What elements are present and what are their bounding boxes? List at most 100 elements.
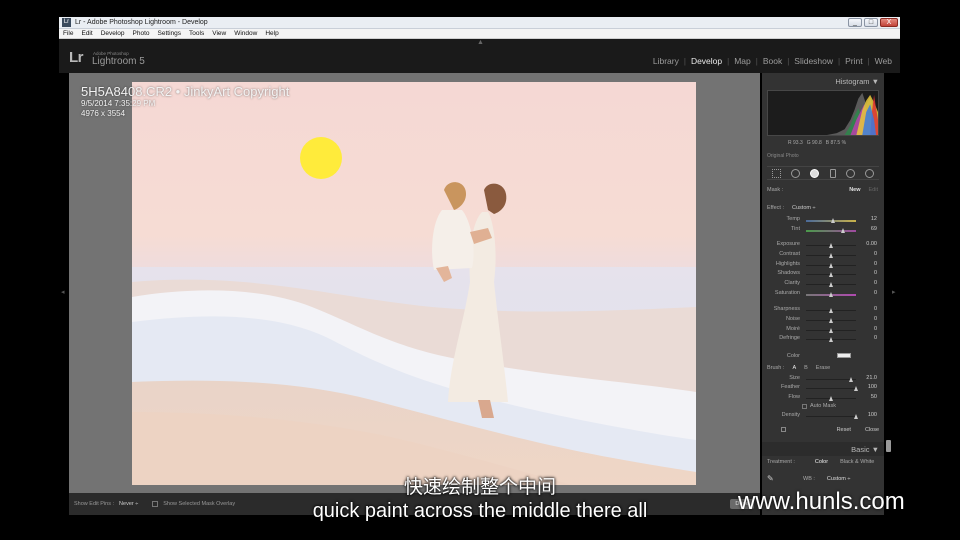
right-panel-scrollbar[interactable]: [886, 440, 891, 452]
slider-flow-track[interactable]: [806, 395, 856, 401]
menu-edit[interactable]: Edit: [81, 30, 92, 37]
slider-feather[interactable]: Feather 100: [767, 384, 877, 393]
reset-button[interactable]: Reset: [837, 427, 851, 433]
slider-saturation-track[interactable]: [806, 292, 856, 297]
menu-help[interactable]: Help: [265, 30, 278, 37]
slider-density-value[interactable]: 100: [861, 412, 877, 418]
slider-shadows-track[interactable]: [806, 272, 856, 278]
mask-edit-button[interactable]: Edit: [869, 187, 878, 193]
slider-tint-thumb[interactable]: [841, 228, 845, 233]
slider-temp-value[interactable]: 12: [861, 216, 877, 222]
slider-defringe[interactable]: Defringe 0: [767, 335, 877, 344]
slider-clarity-value[interactable]: 0: [861, 280, 877, 286]
module-library[interactable]: Library: [653, 56, 679, 66]
slider-highlights[interactable]: Highlights 0: [767, 261, 877, 270]
slider-density[interactable]: Density 100: [767, 412, 877, 421]
slider-temp-thumb[interactable]: [831, 218, 835, 223]
red-eye-icon[interactable]: [810, 168, 820, 178]
menu-tools[interactable]: Tools: [189, 30, 204, 37]
slider-saturation-thumb[interactable]: [828, 292, 833, 297]
slider-density-track[interactable]: [806, 414, 858, 419]
maximize-button[interactable]: □: [864, 18, 878, 27]
brush-erase-button[interactable]: Erase: [816, 365, 830, 371]
slider-clarity-thumb[interactable]: [828, 282, 833, 288]
slider-moir-track[interactable]: [806, 327, 856, 333]
slider-moir[interactable]: Moiré 0: [767, 326, 877, 335]
module-develop[interactable]: Develop: [691, 56, 722, 66]
slider-saturation[interactable]: Saturation 0: [767, 290, 877, 299]
image-workspace[interactable]: 5H5A8408.CR2 • JinkyArt Copyright 9/5/20…: [69, 73, 760, 493]
module-book[interactable]: Book: [763, 56, 782, 66]
slider-tint[interactable]: Tint 69: [767, 226, 877, 235]
slider-moir-thumb[interactable]: [828, 327, 833, 333]
slider-size-value[interactable]: 21.0: [861, 375, 877, 381]
adjustment-brush-icon[interactable]: [864, 168, 874, 178]
slider-contrast[interactable]: Contrast 0: [767, 251, 877, 260]
collapse-top-panel-arrow-icon[interactable]: ▲: [477, 39, 484, 46]
slider-noise-value[interactable]: 0: [861, 316, 877, 322]
menu-settings[interactable]: Settings: [158, 30, 182, 37]
slider-highlights-track[interactable]: [806, 262, 856, 268]
menu-develop[interactable]: Develop: [101, 30, 125, 37]
slider-exposure-track[interactable]: [806, 243, 856, 248]
slider-density-thumb[interactable]: [853, 414, 858, 419]
slider-contrast-track[interactable]: [806, 252, 856, 258]
mask-new-button[interactable]: New: [849, 187, 860, 193]
slider-clarity-track[interactable]: [806, 282, 856, 288]
slider-sharpness[interactable]: Sharpness 0: [767, 306, 877, 315]
treatment-color-button[interactable]: Color: [815, 459, 828, 465]
slider-shadows-value[interactable]: 0: [861, 270, 877, 276]
slider-tint-value[interactable]: 69: [861, 226, 877, 232]
auto-mask-row[interactable]: Auto Mask: [802, 403, 836, 409]
slider-clarity[interactable]: Clarity 0: [767, 280, 877, 289]
slider-size-track[interactable]: [806, 377, 856, 382]
slider-saturation-value[interactable]: 0: [861, 290, 877, 296]
slider-shadows[interactable]: Shadows 0: [767, 270, 877, 279]
slider-temp-track[interactable]: [806, 218, 856, 223]
slider-feather-value[interactable]: 100: [861, 384, 877, 390]
slider-sharpness-track[interactable]: [806, 308, 856, 313]
radial-filter-icon[interactable]: [845, 168, 855, 178]
slider-exposure[interactable]: Exposure 0.00: [767, 241, 877, 250]
module-print[interactable]: Print: [845, 56, 862, 66]
slider-size[interactable]: Size 21.0: [767, 375, 877, 384]
photo-preview[interactable]: [132, 82, 696, 485]
slider-defringe-value[interactable]: 0: [861, 335, 877, 341]
basic-panel-header[interactable]: Basic ▼: [762, 442, 884, 456]
module-web[interactable]: Web: [875, 56, 892, 66]
effect-preset-select[interactable]: Custom ÷: [792, 205, 816, 211]
close-window-button[interactable]: X: [880, 18, 898, 27]
slider-feather-track[interactable]: [806, 386, 858, 392]
graduated-filter-icon[interactable]: [829, 168, 836, 178]
color-swatch[interactable]: [837, 353, 851, 358]
slider-sharpness-value[interactable]: 0: [861, 306, 877, 312]
slider-shadows-thumb[interactable]: [828, 272, 833, 278]
slider-noise[interactable]: Noise 0: [767, 316, 877, 325]
slider-temp[interactable]: Temp 12: [767, 216, 877, 225]
slider-contrast-thumb[interactable]: [828, 252, 833, 258]
brush-b-button[interactable]: B: [804, 365, 808, 371]
slider-flow[interactable]: Flow 50: [767, 394, 877, 403]
brush-a-button[interactable]: A: [792, 365, 796, 371]
slider-highlights-value[interactable]: 0: [861, 261, 877, 267]
collapse-right-panel-arrow-icon[interactable]: ▸: [892, 288, 896, 296]
menu-photo[interactable]: Photo: [133, 30, 150, 37]
expand-left-panel-arrow-icon[interactable]: ◂: [61, 288, 65, 296]
module-slideshow[interactable]: Slideshow: [794, 56, 833, 66]
slider-exposure-thumb[interactable]: [828, 243, 833, 248]
menu-file[interactable]: File: [63, 30, 73, 37]
slider-moir-value[interactable]: 0: [861, 326, 877, 332]
menu-window[interactable]: Window: [234, 30, 257, 37]
slider-feather-thumb[interactable]: [853, 386, 858, 392]
slider-exposure-value[interactable]: 0.00: [861, 241, 877, 247]
slider-sharpness-thumb[interactable]: [828, 308, 833, 313]
module-map[interactable]: Map: [734, 56, 751, 66]
spot-removal-icon[interactable]: [791, 168, 801, 178]
crop-overlay-icon[interactable]: [772, 168, 782, 178]
slider-noise-track[interactable]: [806, 317, 856, 323]
slider-defringe-thumb[interactable]: [828, 337, 833, 343]
close-button[interactable]: Close: [865, 427, 879, 433]
panel-toggle-switch[interactable]: [781, 427, 786, 432]
histogram-panel-header[interactable]: Histogram ▼: [762, 75, 884, 87]
slider-flow-value[interactable]: 50: [861, 394, 877, 400]
